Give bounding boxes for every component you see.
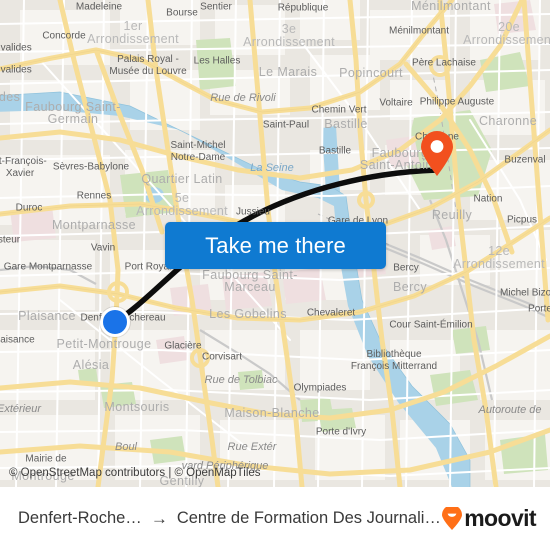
take-me-there-button[interactable]: Take me there — [165, 222, 386, 269]
map-canvas[interactable]: Madeleine Bourse Sentier République Ménilmon… — [0, 0, 550, 487]
moovit-pin-icon — [442, 506, 463, 530]
arrow-right-icon: → — [150, 509, 168, 528]
moovit-trip-screen: Madeleine Bourse Sentier République Ménilmon… — [0, 0, 550, 550]
trip-origin-label: Denfert-Roche… — [18, 509, 142, 527]
trip-summary[interactable]: Denfert-Roche… → Centre de Formation Des… — [18, 509, 441, 528]
origin-dot[interactable] — [100, 307, 130, 337]
take-me-there-label: Take me there — [205, 232, 346, 258]
destination-pin-icon — [421, 131, 453, 176]
moovit-logo[interactable]: moovit — [441, 505, 537, 531]
trip-footer-bar: Denfert-Roche… → Centre de Formation Des… — [0, 487, 550, 550]
trip-destination-label: Centre de Formation Des Journali… — [176, 509, 441, 527]
destination-pin[interactable] — [420, 131, 454, 182]
map-attribution[interactable]: © OpenStreetMap contributors | © OpenMap… — [9, 467, 261, 479]
moovit-wordmark: moovit — [464, 505, 536, 531]
